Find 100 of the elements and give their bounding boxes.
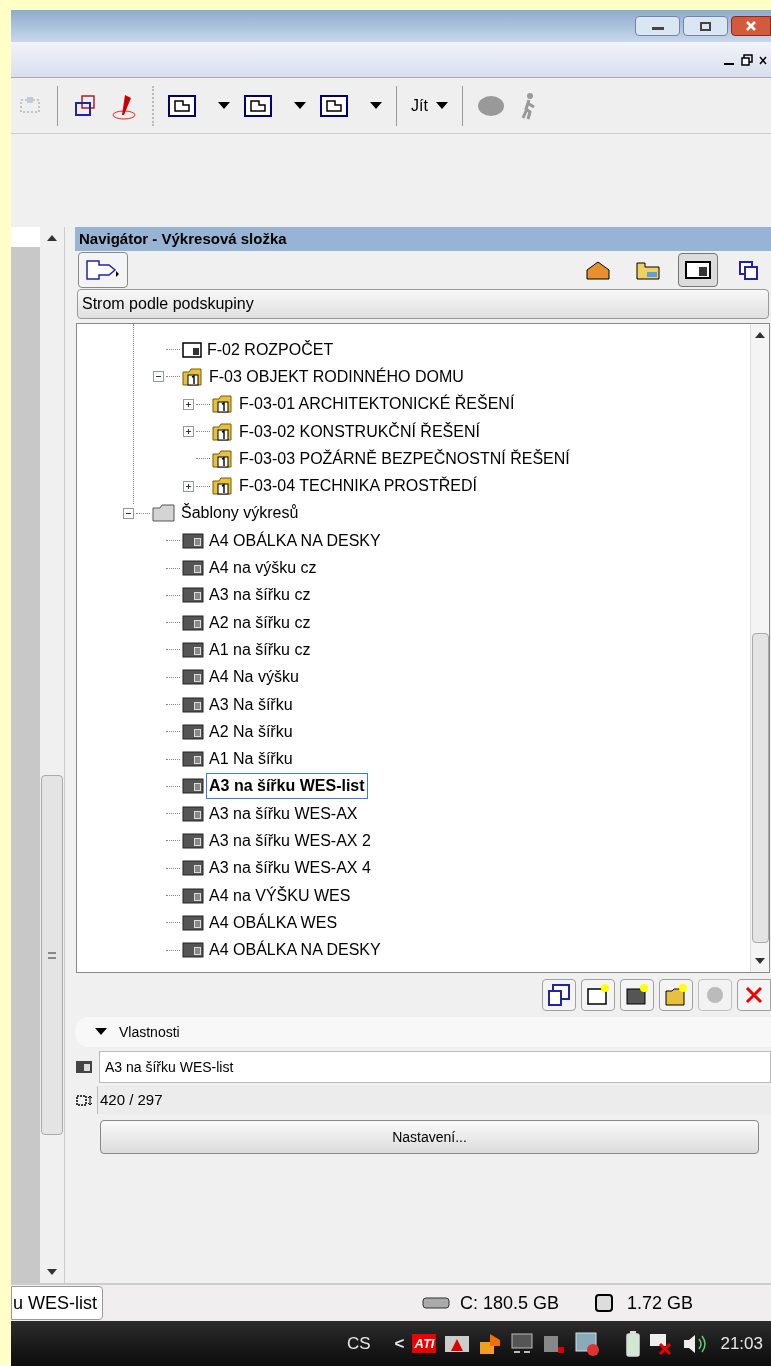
section-title: Vlastnosti — [119, 1022, 180, 1042]
layout-sheet-icon — [75, 1060, 93, 1074]
layout-sheet-icon — [182, 887, 204, 904]
speaker-icon[interactable] — [682, 1332, 709, 1355]
tree-item[interactable]: F-03-02 KONSTRUKČNÍ ŘEŠENÍ — [236, 418, 483, 445]
stacked-sheets-icon — [738, 260, 758, 280]
folder-icon — [635, 260, 661, 280]
battery-icon[interactable] — [626, 1330, 641, 1357]
memory-label: 1.72 GB — [626, 1291, 693, 1315]
view-select[interactable]: Strom podle podskupiny — [77, 289, 769, 319]
delete-icon — [744, 985, 764, 1005]
tree-item[interactable]: A3 na šířku WES-list — [206, 773, 368, 800]
dropdown-arrow-icon — [435, 101, 448, 110]
scroll-up-icon[interactable] — [47, 235, 58, 241]
tree-item[interactable]: A4 OBÁLKA NA DESKY — [206, 527, 384, 554]
size-icon — [75, 1092, 95, 1108]
hard-drive-icon — [421, 1296, 450, 1310]
delete-button[interactable] — [737, 979, 771, 1011]
expand-toggle[interactable] — [183, 426, 194, 438]
vertical-scrollbar[interactable] — [750, 324, 769, 972]
chip-icon — [592, 1292, 615, 1314]
tree-item[interactable]: A2 Na šířku — [206, 718, 296, 745]
folder-icon — [152, 504, 176, 523]
tree-item[interactable]: A2 na šířku cz — [206, 609, 314, 636]
expand-toggle[interactable] — [183, 398, 194, 410]
name-field[interactable]: A3 na šířku WES-list — [99, 1051, 771, 1083]
layout-sheet-icon — [182, 532, 204, 549]
expand-toggle[interactable] — [183, 480, 194, 492]
tree-item[interactable]: A3 na šířku cz — [206, 582, 314, 609]
scroll-up-icon[interactable] — [755, 332, 765, 338]
dropdown-arrow-icon[interactable] — [370, 101, 382, 110]
numbered-folder-icon — [212, 395, 234, 414]
tree-item[interactable]: A4 OBÁLKA NA DESKY — [206, 937, 384, 964]
layout-sheet-icon — [182, 805, 204, 822]
tree-item[interactable]: A3 na šířku WES-AX 4 — [206, 855, 374, 882]
layout-sheet-icon — [182, 914, 204, 931]
tree-item[interactable]: A4 na výšku cz — [206, 555, 320, 581]
new-layout-button[interactable] — [581, 979, 615, 1011]
restore-icon[interactable] — [741, 53, 753, 66]
layout-sheet-icon — [182, 669, 204, 686]
scroll-down-icon[interactable] — [755, 958, 765, 964]
collapse-arrow-icon — [95, 1028, 107, 1036]
go-menu-button[interactable]: Jít — [411, 93, 448, 118]
layout-sheet-icon — [182, 723, 204, 740]
transform-icon[interactable] — [72, 92, 98, 119]
close-button[interactable] — [731, 16, 771, 36]
index-sheet-icon — [547, 983, 571, 1007]
scroll-down-icon[interactable] — [47, 1269, 58, 1275]
tree-item[interactable]: A4 Na výšku — [206, 664, 302, 691]
scrollbar-thumb[interactable] — [751, 633, 769, 943]
layout-sheet-icon — [182, 641, 204, 658]
layout-sheet-icon — [182, 696, 204, 713]
new-folder-icon — [664, 983, 688, 1007]
new-dark-sheet-icon — [625, 983, 649, 1007]
disk-space-label: C: 180.5 GB — [459, 1291, 559, 1315]
language-indicator[interactable]: CS — [346, 1330, 371, 1357]
view-mode-button[interactable] — [678, 253, 718, 287]
tree-item[interactable]: F-03-04 TECHNIKA PROSTŘEDÍ — [236, 473, 480, 500]
new-index-button[interactable] — [542, 979, 576, 1011]
sheet-icon — [182, 341, 202, 358]
collapse-toggle[interactable] — [123, 507, 134, 519]
new-master-button[interactable] — [620, 979, 654, 1011]
floor-plan-icon[interactable] — [168, 94, 196, 117]
monitor-icon[interactable] — [510, 1331, 535, 1356]
new-subset-button[interactable] — [659, 979, 693, 1011]
tree-item[interactable]: A4 na VÝŠKU WES — [206, 882, 354, 909]
size-field[interactable]: 420 / 297 — [97, 1086, 771, 1114]
tree-item[interactable]: F-02 ROZPOČET — [204, 336, 337, 363]
properties-header[interactable]: Vlastnosti — [75, 1017, 771, 1047]
numbered-folder-icon — [212, 449, 234, 468]
clock[interactable]: 21:03 — [720, 1330, 763, 1357]
minimize-button[interactable] — [635, 16, 680, 36]
settings-button[interactable]: Nastavení... — [100, 1120, 759, 1154]
tree-item[interactable]: A4 OBÁLKA WES — [206, 909, 341, 936]
tree-item[interactable]: F-03 OBJEKT RODINNÉHO DOMU — [206, 363, 467, 390]
tree-item[interactable]: A1 Na šířku — [206, 746, 296, 773]
tree-item[interactable]: A3 na šířku WES-AX — [206, 800, 361, 827]
dropdown-arrow-icon[interactable] — [294, 101, 306, 110]
layout-sheet-icon — [182, 614, 204, 631]
show-hidden-icons-button[interactable]: < — [394, 1330, 405, 1357]
publish-menu-button[interactable] — [78, 252, 128, 288]
layout-sheet-icon — [182, 587, 204, 604]
layout-sheet-icon — [182, 942, 204, 959]
panel-title: Navigátor - Výkresová složka — [75, 227, 771, 251]
dropdown-arrow-icon[interactable] — [218, 101, 230, 110]
tree-item[interactable]: A1 na šířku cz — [206, 636, 314, 663]
layout-sheet-icon — [182, 560, 204, 576]
tree-item[interactable]: F-03-03 POŽÁRNĚ BEZPEČNOSTNÍ ŘEŠENÍ — [236, 445, 573, 472]
tree-item[interactable]: F-03-01 ARCHITEKTONICKÉ ŘEŠENÍ — [236, 391, 518, 418]
tree-item[interactable]: Šablony výkresů — [178, 500, 302, 527]
layout-sheet-icon — [182, 778, 204, 795]
restore-button[interactable] — [683, 16, 728, 36]
document-tab[interactable]: u WES-list — [11, 1286, 103, 1320]
tree-item[interactable]: A3 Na šířku — [206, 691, 296, 718]
tray-logo[interactable]: ATI — [412, 1333, 437, 1354]
collapse-toggle[interactable] — [153, 371, 164, 383]
tree-item[interactable]: A3 na šířku WES-AX 2 — [206, 828, 374, 854]
layout-sheet-icon — [182, 833, 204, 849]
numbered-folder-icon — [182, 367, 204, 386]
scrollbar-thumb[interactable] — [41, 775, 64, 1135]
